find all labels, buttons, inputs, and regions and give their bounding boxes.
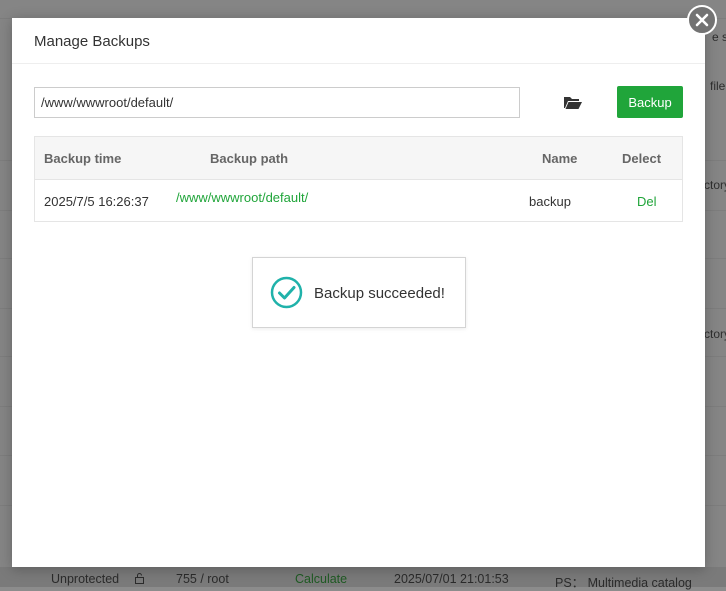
- folder-open-icon[interactable]: [562, 93, 584, 111]
- delete-link[interactable]: Del: [637, 194, 657, 209]
- table-header: Backup time Backup path Name Delect: [35, 137, 682, 180]
- column-header-action: Delect: [622, 151, 662, 166]
- dialog-header: Manage Backups: [12, 18, 705, 64]
- column-header-path: Backup path: [210, 151, 289, 166]
- dialog-title: Manage Backups: [34, 33, 150, 50]
- unlock-icon: [135, 573, 144, 584]
- column-header-time: Backup time: [44, 151, 122, 166]
- backup-path-input[interactable]: [34, 87, 520, 118]
- backup-button[interactable]: Backup: [617, 86, 683, 118]
- permission-text: 755 / root: [176, 572, 229, 586]
- table-row: 2025/7/5 16:26:37 /www/wwwroot/default/ …: [35, 180, 682, 221]
- toast-message: Backup succeeded!: [314, 285, 445, 302]
- backup-name: backup: [529, 194, 571, 209]
- backup-time: 2025/7/5 16:26:37: [44, 194, 149, 209]
- modified-time: 2025/07/01 21:01:53: [394, 572, 509, 586]
- check-circle-icon: [270, 276, 303, 309]
- close-button[interactable]: [687, 5, 717, 35]
- backup-path-link[interactable]: /www/wwwroot/default/: [176, 190, 308, 205]
- backup-table: Backup time Backup path Name Delect 2025…: [34, 136, 683, 222]
- file-row: Unprotected 755 / root Calculate 2025/07…: [0, 567, 726, 590]
- manage-backups-dialog: Manage Backups Backup Backup time Backup…: [12, 18, 705, 567]
- column-header-name: Name: [542, 151, 578, 166]
- calculate-link[interactable]: Calculate: [295, 572, 347, 586]
- close-icon: [695, 13, 709, 27]
- note-text: PS： Multimedia catalog: [555, 576, 692, 590]
- protection-status: Unprotected: [51, 572, 120, 586]
- success-toast: Backup succeeded!: [252, 257, 466, 328]
